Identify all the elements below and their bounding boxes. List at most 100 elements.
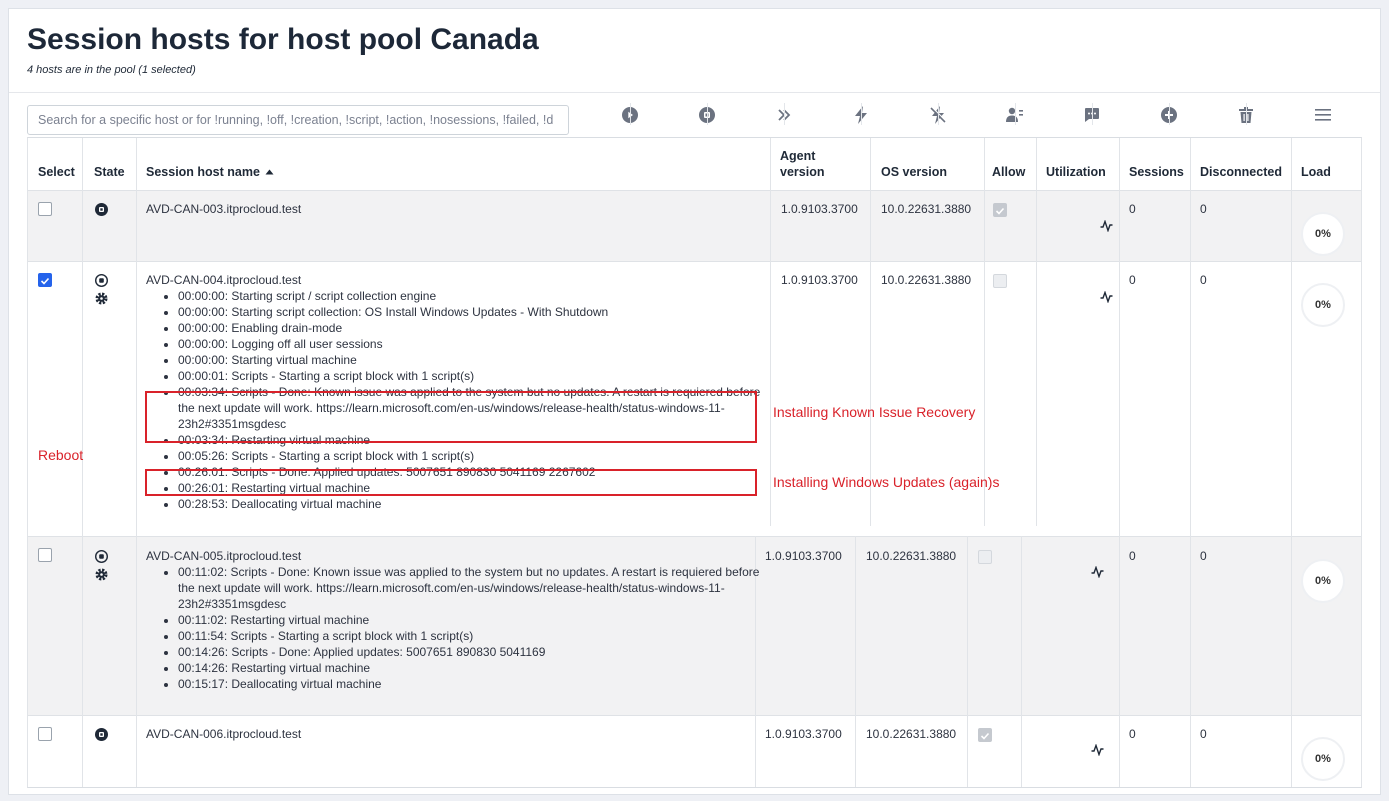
toolbar-separator bbox=[938, 103, 939, 125]
log-entry: 00:28:53: Deallocating virtual machine bbox=[178, 496, 778, 512]
search-input[interactable] bbox=[27, 105, 569, 135]
log-entry: 00:00:00: Enabling drain-mode bbox=[178, 320, 778, 336]
row-select-checkbox[interactable] bbox=[38, 273, 52, 287]
sort-ascending-icon bbox=[265, 169, 274, 175]
agent-version: 1.0.9103.3700 bbox=[781, 202, 858, 216]
stopped-state-icon bbox=[95, 550, 108, 563]
gear-icon bbox=[95, 292, 108, 305]
log-entry: 00:11:54: Scripts - Starting a script bl… bbox=[178, 628, 764, 644]
toolbar-separator bbox=[1169, 103, 1170, 125]
stopped-state-icon bbox=[95, 728, 108, 741]
column-divider bbox=[1190, 138, 1191, 536]
sessions-count: 0 bbox=[1129, 727, 1136, 741]
check-icon bbox=[995, 207, 1005, 215]
column-divider bbox=[1291, 138, 1292, 787]
column-header-select: Select bbox=[38, 165, 75, 179]
column-divider bbox=[1119, 138, 1120, 536]
os-version: 10.0.22631.3880 bbox=[866, 727, 957, 741]
header-divider bbox=[9, 92, 1380, 93]
check-icon bbox=[40, 277, 50, 285]
row-select-checkbox[interactable] bbox=[38, 727, 52, 741]
page-subtitle: 4 hosts are in the pool (1 selected) bbox=[27, 64, 196, 76]
agent-version: 1.0.9103.3700 bbox=[765, 727, 842, 741]
toolbar-separator bbox=[1092, 103, 1093, 125]
column-header-name[interactable]: Session host name bbox=[146, 164, 274, 180]
menu-button[interactable] bbox=[1285, 101, 1361, 129]
column-header-allow[interactable]: Allow bbox=[992, 164, 1025, 180]
toolbar-separator bbox=[1246, 103, 1247, 125]
column-divider bbox=[82, 138, 83, 787]
column-header-sessions[interactable]: Sessions bbox=[1129, 164, 1184, 180]
utilization-chart-icon[interactable] bbox=[1100, 291, 1113, 303]
stopped-state-icon bbox=[95, 274, 108, 287]
annotation-highlight-box bbox=[145, 469, 757, 496]
column-divider bbox=[136, 138, 137, 787]
stopped-state-icon bbox=[95, 203, 108, 216]
log-entry: 00:00:00: Starting virtual machine bbox=[178, 352, 778, 368]
log-entry: 00:00:00: Starting script / script colle… bbox=[178, 288, 778, 304]
check-icon bbox=[980, 732, 990, 740]
gear-icon bbox=[95, 568, 108, 581]
utilization-chart-icon[interactable] bbox=[1091, 566, 1104, 578]
column-header-agent-line2: version bbox=[780, 165, 825, 179]
column-header-name-label: Session host name bbox=[146, 165, 260, 179]
column-divider bbox=[1119, 536, 1120, 787]
log-entry: 00:11:02: Scripts - Done: Known issue wa… bbox=[178, 564, 764, 612]
annotation-highlight-box bbox=[145, 391, 757, 443]
allow-sessions-checkbox[interactable] bbox=[993, 203, 1007, 217]
utilization-chart-icon[interactable] bbox=[1100, 220, 1113, 232]
row-select-checkbox[interactable] bbox=[38, 202, 52, 216]
row-divider bbox=[28, 715, 1361, 716]
column-header-agent[interactable]: Agent version bbox=[780, 148, 824, 180]
log-entry: 00:00:01: Scripts - Starting a script bl… bbox=[178, 368, 778, 384]
host-name[interactable]: AVD-CAN-003.itprocloud.test bbox=[146, 201, 301, 217]
os-version: 10.0.22631.3880 bbox=[866, 549, 957, 563]
host-name[interactable]: AVD-CAN-006.itprocloud.test bbox=[146, 726, 301, 742]
load-gauge: 0% bbox=[1301, 737, 1345, 781]
allow-sessions-checkbox[interactable] bbox=[978, 550, 992, 564]
menu-icon bbox=[1315, 109, 1331, 121]
column-divider bbox=[1190, 536, 1191, 787]
session-hosts-table: Select State Session host name Agent ver… bbox=[27, 137, 1362, 788]
column-header-load[interactable]: Load bbox=[1301, 164, 1331, 180]
disconnected-count: 0 bbox=[1200, 202, 1207, 216]
os-version: 10.0.22631.3880 bbox=[881, 202, 972, 216]
toolbar-separator bbox=[707, 103, 708, 125]
disconnected-count: 0 bbox=[1200, 727, 1207, 741]
column-header-state[interactable]: State bbox=[94, 164, 125, 180]
column-divider bbox=[855, 536, 856, 787]
agent-version: 1.0.9103.3700 bbox=[781, 273, 858, 287]
log-entry: 00:00:00: Starting script collection: OS… bbox=[178, 304, 778, 320]
toolbar-separator bbox=[1015, 103, 1016, 125]
header-divider-line bbox=[28, 190, 1361, 191]
toolbar-separator bbox=[861, 103, 862, 125]
disconnected-count: 0 bbox=[1200, 549, 1207, 563]
annotation-reboot: Reboot bbox=[38, 447, 84, 463]
log-entry: 00:15:17: Deallocating virtual machine bbox=[178, 676, 764, 692]
allow-sessions-checkbox[interactable] bbox=[993, 274, 1007, 288]
column-divider bbox=[1021, 536, 1022, 787]
host-name[interactable]: AVD-CAN-005.itprocloud.test bbox=[146, 548, 301, 564]
sessions-count: 0 bbox=[1129, 549, 1136, 563]
row-select-checkbox[interactable] bbox=[38, 548, 52, 562]
os-version: 10.0.22631.3880 bbox=[881, 273, 972, 287]
sessions-count: 0 bbox=[1129, 202, 1136, 216]
log-entry: 00:05:26: Scripts - Starting a script bl… bbox=[178, 448, 778, 464]
load-gauge: 0% bbox=[1301, 283, 1345, 327]
host-name[interactable]: AVD-CAN-004.itprocloud.test bbox=[146, 272, 301, 288]
load-gauge: 0% bbox=[1301, 212, 1345, 256]
load-gauge: 0% bbox=[1301, 559, 1345, 603]
column-header-disconnected[interactable]: Disconnected bbox=[1200, 164, 1282, 180]
sessions-count: 0 bbox=[1129, 273, 1136, 287]
toolbar-separator bbox=[630, 103, 631, 125]
column-header-utilization[interactable]: Utilization bbox=[1046, 164, 1106, 180]
log-entry: 00:14:26: Restarting virtual machine bbox=[178, 660, 764, 676]
annotation-updates-again: Installing Windows Updates (again)s bbox=[773, 474, 1000, 490]
allow-sessions-checkbox[interactable] bbox=[978, 728, 992, 742]
page-title: Session hosts for host pool Canada bbox=[27, 23, 539, 56]
column-divider bbox=[870, 138, 871, 526]
column-divider bbox=[967, 536, 968, 787]
column-header-os[interactable]: OS version bbox=[881, 164, 947, 180]
row-divider bbox=[28, 261, 1361, 262]
utilization-chart-icon[interactable] bbox=[1091, 744, 1104, 756]
